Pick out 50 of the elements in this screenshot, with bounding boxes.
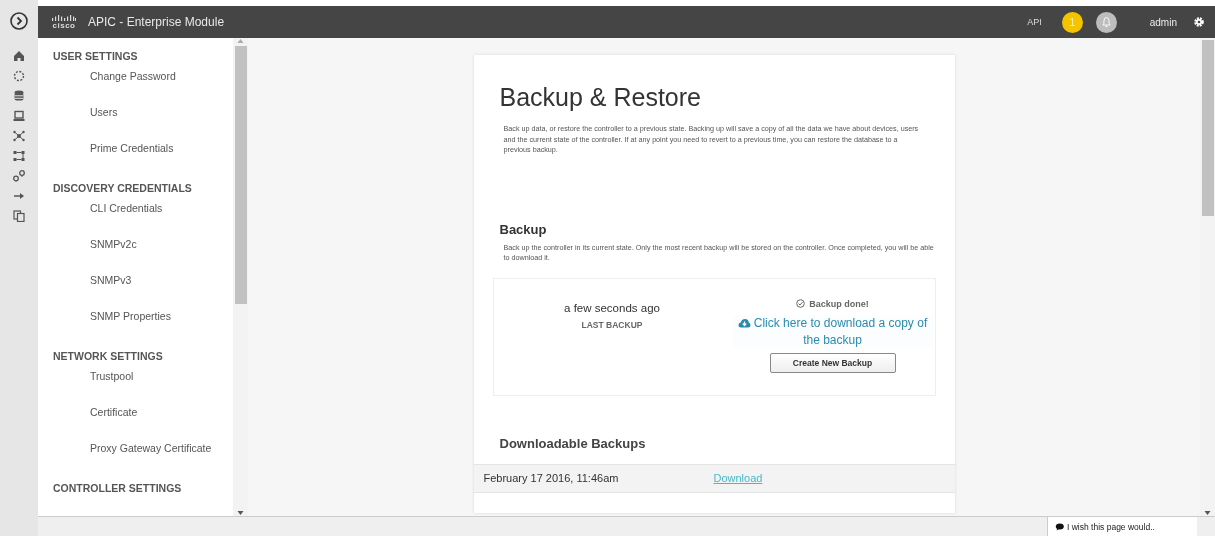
sidebar-item[interactable]: Prime Credentials [53, 139, 233, 175]
copy-icon[interactable] [13, 210, 25, 222]
home-icon[interactable] [13, 50, 25, 62]
sidebar-item[interactable]: Users [53, 103, 233, 139]
scrollbar[interactable] [1200, 38, 1215, 516]
feedback-label: I wish this page would.. [1067, 521, 1155, 532]
user-menu[interactable]: admin [1149, 16, 1177, 28]
section-heading: NETWORK SETTINGS [53, 349, 164, 364]
scrollbar-thumb[interactable] [234, 46, 247, 304]
arrow-icon[interactable] [13, 190, 25, 202]
sidebar-item[interactable]: CLI Credentials [53, 199, 233, 235]
ring-icon[interactable] [13, 70, 25, 82]
sidebar-item[interactable]: Certificate [53, 403, 233, 439]
status-text: Backup done! [809, 298, 869, 309]
sidebar-item[interactable]: SNMP Properties [53, 307, 233, 343]
last-backup-label: LAST BACKUP [581, 319, 643, 330]
sidebar-item[interactable]: SNMPv2c [53, 235, 233, 271]
logo-text: cisco [52, 20, 76, 30]
topology-icon[interactable] [13, 150, 25, 162]
logo-bars-icon [52, 14, 76, 21]
speech-bubble-icon [1055, 522, 1064, 531]
network-icon[interactable] [13, 130, 25, 142]
expand-icon[interactable] [10, 12, 28, 30]
sidebar-item[interactable]: Proxy Gateway Certificate [53, 439, 233, 475]
date-cell-text: February 17 2016, 11:46am [482, 472, 620, 484]
laptop-icon[interactable] [13, 110, 25, 122]
download-link[interactable]: Click here to download a copy of the backup [732, 314, 933, 349]
api-link[interactable]: API [1027, 17, 1042, 27]
section-heading: DISCOVERY CREDENTIALS [53, 181, 193, 196]
page-title: Backup & Restore [499, 83, 702, 112]
location-pins-icon[interactable] [13, 170, 25, 182]
create-backup-button[interactable]: Create New Backup [769, 352, 896, 373]
sidebar-item[interactable]: Change Password [53, 67, 233, 103]
check-circle-icon [796, 299, 806, 308]
section-heading: Backup [499, 221, 548, 237]
app-title: APIC - Enterprise Module [88, 15, 225, 29]
scrollbar[interactable] [233, 38, 248, 516]
cloud-download-icon [737, 317, 751, 328]
section-heading: CONTROLLER SETTINGS [53, 481, 183, 496]
section-heading: USER SETTINGS [53, 49, 139, 64]
sidebar-item[interactable]: Trustpool [53, 367, 233, 403]
section-heading: Downloadable Backups [499, 435, 647, 451]
sidebar-item[interactable]: SNMPv3 [53, 271, 233, 307]
last-backup-time: a few seconds ago [564, 301, 660, 314]
bell-icon [1100, 16, 1112, 28]
feedback-tab[interactable]: I wish this page would.. [1047, 517, 1197, 536]
database-icon[interactable] [13, 90, 25, 102]
bell-button[interactable] [1095, 11, 1117, 33]
settings-icon[interactable] [1193, 16, 1205, 28]
scrollbar-thumb[interactable] [1201, 40, 1214, 216]
